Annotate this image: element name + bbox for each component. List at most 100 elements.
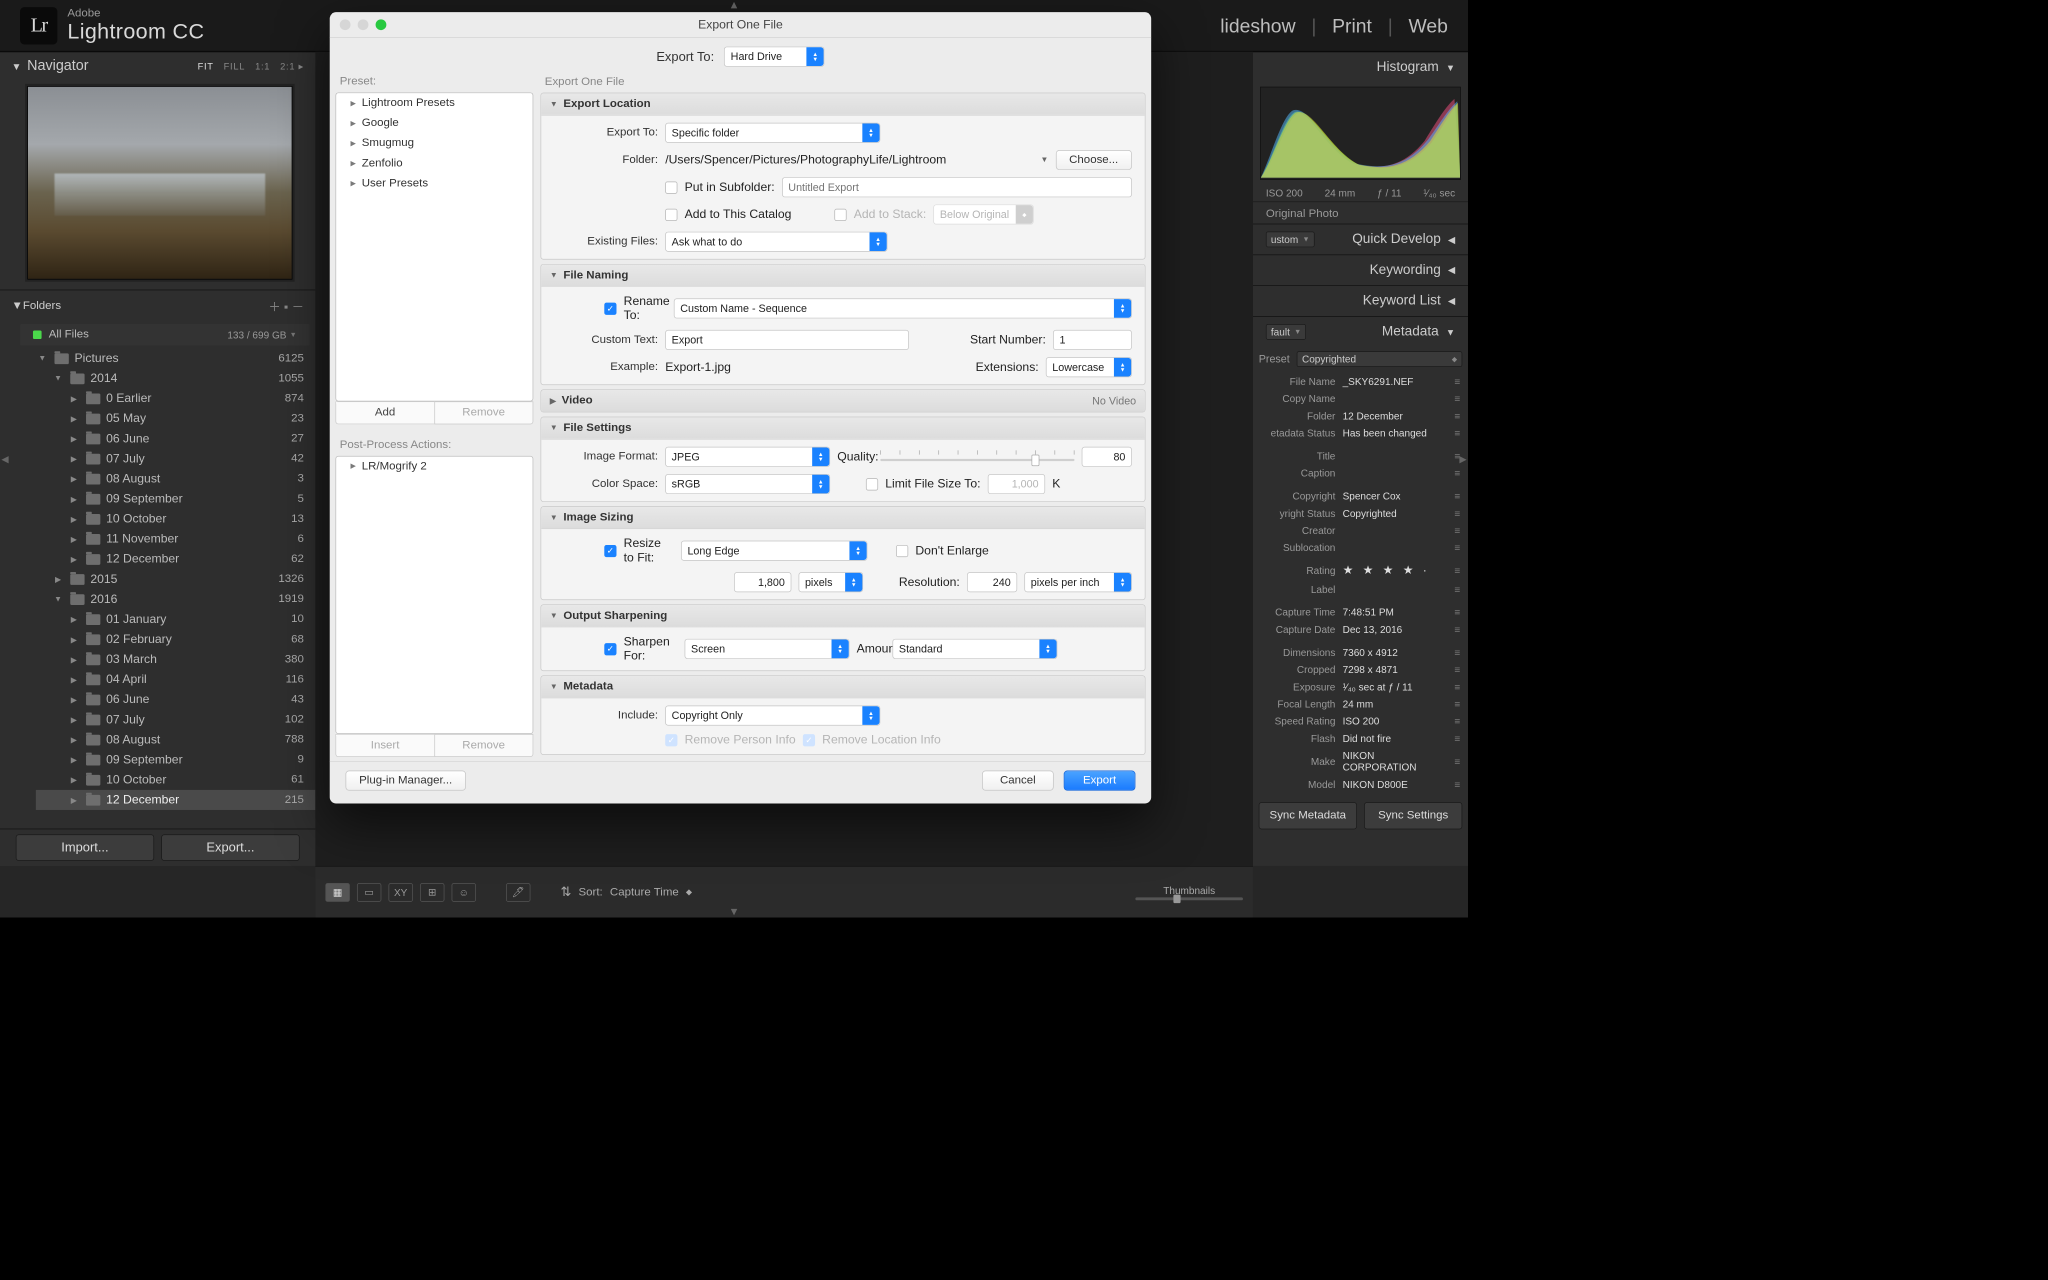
folder-row[interactable]: ▶0 Earlier874 bbox=[36, 389, 316, 409]
custom-text-input[interactable] bbox=[665, 330, 909, 350]
traffic-close-icon[interactable] bbox=[340, 19, 351, 30]
nav-1to1[interactable]: 1:1 bbox=[255, 61, 270, 72]
export-to-select[interactable]: Hard Drive▲▼ bbox=[724, 47, 824, 67]
chevron-left-icon[interactable]: ◀ bbox=[1448, 295, 1455, 306]
pp-insert-button[interactable]: Insert bbox=[335, 734, 434, 757]
thumbnail-size-slider[interactable] bbox=[1135, 897, 1243, 900]
section-sharpen-header[interactable]: ▼Output Sharpening bbox=[541, 605, 1145, 627]
folder-row[interactable]: ▶09 September9 bbox=[36, 750, 316, 770]
sharpen-for-select[interactable]: Screen▲▼ bbox=[685, 639, 850, 659]
sort-value[interactable]: Capture Time bbox=[610, 886, 679, 899]
folder-row[interactable]: ▶07 July42 bbox=[36, 449, 316, 469]
list-item[interactable]: Zenfolio bbox=[336, 153, 532, 173]
sync-metadata-button[interactable]: Sync Metadata bbox=[1259, 802, 1357, 829]
folder-row[interactable]: ▶10 October61 bbox=[36, 770, 316, 790]
collapse-right-icon[interactable]: ▸ bbox=[1459, 450, 1466, 468]
chevron-down-icon[interactable]: ▼ bbox=[1446, 62, 1455, 73]
section-settings-header[interactable]: ▼File Settings bbox=[541, 417, 1145, 439]
list-item[interactable]: User Presets bbox=[336, 173, 532, 193]
folder-row[interactable]: ▼Pictures6125 bbox=[36, 348, 316, 368]
rename-to-checkbox[interactable]: ✓ bbox=[604, 302, 616, 314]
chevron-down-icon[interactable]: ▼ bbox=[1446, 327, 1455, 338]
people-view-icon[interactable]: ☺ bbox=[452, 883, 476, 902]
folder-row[interactable]: ▼20141055 bbox=[36, 368, 316, 388]
extensions-select[interactable]: Lowercase▲▼ bbox=[1046, 357, 1132, 377]
folder-row[interactable]: ▶04 April116 bbox=[36, 669, 316, 689]
add-to-catalog-checkbox[interactable] bbox=[665, 208, 677, 220]
dimension-unit-select[interactable]: pixels▲▼ bbox=[798, 572, 863, 592]
preset-select[interactable]: Copyrighted◆ bbox=[1297, 351, 1462, 367]
folder-row[interactable]: ▶09 September5 bbox=[36, 489, 316, 509]
section-metadata-header[interactable]: ▼Metadata bbox=[541, 676, 1145, 698]
limit-size-checkbox[interactable] bbox=[866, 478, 878, 490]
image-format-select[interactable]: JPEG▲▼ bbox=[665, 447, 830, 467]
folder-row[interactable]: ▶08 August788 bbox=[36, 730, 316, 750]
loupe-view-icon[interactable]: ▭ bbox=[357, 883, 381, 902]
sharpen-amount-select[interactable]: Standard▲▼ bbox=[892, 639, 1057, 659]
survey-view-icon[interactable]: ⊞ bbox=[420, 883, 444, 902]
folder-row[interactable]: ▶06 June43 bbox=[36, 690, 316, 710]
start-number-input[interactable] bbox=[1053, 330, 1132, 350]
rename-template-select[interactable]: Custom Name - Sequence▲▼ bbox=[674, 298, 1132, 318]
folder-row[interactable]: ▶05 May23 bbox=[36, 409, 316, 429]
chevron-left-icon[interactable]: ◀ bbox=[1448, 264, 1455, 275]
preset-add-button[interactable]: Add bbox=[335, 401, 434, 424]
color-space-select[interactable]: sRGB▲▼ bbox=[665, 474, 830, 494]
module-print[interactable]: Print bbox=[1332, 15, 1372, 37]
chevron-down-icon[interactable]: ▼ bbox=[11, 61, 21, 72]
traffic-zoom-icon[interactable] bbox=[376, 19, 387, 30]
import-button[interactable]: Import... bbox=[16, 834, 154, 861]
folder-row[interactable]: ▶08 August3 bbox=[36, 469, 316, 489]
dont-enlarge-checkbox[interactable] bbox=[896, 544, 908, 556]
module-web[interactable]: Web bbox=[1408, 15, 1447, 37]
rating-stars[interactable]: ★ ★ ★ ★ · bbox=[1343, 563, 1450, 577]
dimension-input[interactable] bbox=[734, 572, 791, 592]
cancel-button[interactable]: Cancel bbox=[982, 771, 1054, 791]
limit-size-input[interactable] bbox=[988, 474, 1045, 494]
collapse-bottom-icon[interactable]: ▾ bbox=[731, 904, 737, 919]
grid-view-icon[interactable]: ▦ bbox=[325, 883, 349, 902]
folder-row[interactable]: ▶11 November6 bbox=[36, 529, 316, 549]
list-item[interactable]: Lightroom Presets bbox=[336, 93, 532, 113]
folder-row[interactable]: ▶12 December215 bbox=[36, 790, 316, 810]
folder-row[interactable]: ▶01 January10 bbox=[36, 609, 316, 629]
section-location-header[interactable]: ▼Export Location bbox=[541, 93, 1145, 115]
folder-row[interactable]: ▼20161919 bbox=[36, 589, 316, 609]
list-item[interactable]: Smugmug bbox=[336, 133, 532, 153]
quality-input[interactable] bbox=[1082, 447, 1132, 467]
plugin-manager-button[interactable]: Plug-in Manager... bbox=[345, 771, 465, 791]
pp-remove-button[interactable]: Remove bbox=[434, 734, 533, 757]
nav-2to1[interactable]: 2:1 bbox=[280, 61, 295, 72]
collapse-top-icon[interactable]: ▴ bbox=[731, 0, 737, 12]
resize-to-fit-checkbox[interactable]: ✓ bbox=[604, 544, 616, 556]
preset-remove-button[interactable]: Remove bbox=[434, 401, 533, 424]
pp-list[interactable]: LR/Mogrify 2 bbox=[335, 456, 533, 734]
chevron-down-icon[interactable]: ▼ bbox=[11, 299, 22, 312]
folder-row[interactable]: ▶07 July102 bbox=[36, 710, 316, 730]
chevron-left-icon[interactable]: ◀ bbox=[1448, 234, 1455, 245]
custom-select[interactable]: ustom▼ bbox=[1266, 232, 1315, 248]
nav-fill[interactable]: FILL bbox=[224, 61, 246, 72]
subfolder-name-input[interactable] bbox=[782, 177, 1132, 197]
folder-row[interactable]: ▶10 October13 bbox=[36, 509, 316, 529]
section-sizing-header[interactable]: ▼Image Sizing bbox=[541, 507, 1145, 529]
section-video-header[interactable]: ▶VideoNo Video bbox=[541, 390, 1145, 412]
quality-slider[interactable] bbox=[880, 450, 1074, 463]
folder-row[interactable]: ▶03 March380 bbox=[36, 649, 316, 669]
preset-list[interactable]: Lightroom PresetsGoogleSmugmugZenfolioUs… bbox=[335, 92, 533, 401]
sync-settings-button[interactable]: Sync Settings bbox=[1364, 802, 1462, 829]
folder-row[interactable]: ▶20151326 bbox=[36, 569, 316, 589]
put-in-subfolder-checkbox[interactable] bbox=[665, 181, 677, 193]
module-slideshow[interactable]: lideshow bbox=[1220, 15, 1295, 37]
folder-row[interactable]: ▶02 February68 bbox=[36, 629, 316, 649]
existing-files-select[interactable]: Ask what to do▲▼ bbox=[665, 232, 887, 252]
drive-bar[interactable]: All Files 133 / 699 GB ▼ bbox=[20, 324, 310, 346]
folder-row[interactable]: ▶06 June27 bbox=[36, 429, 316, 449]
export-button[interactable]: Export... bbox=[161, 834, 299, 861]
section-naming-header[interactable]: ▼File Naming bbox=[541, 264, 1145, 286]
spray-tool-icon[interactable]: 🖊 bbox=[506, 883, 530, 902]
list-item[interactable]: LR/Mogrify 2 bbox=[336, 457, 532, 477]
collapse-left-icon[interactable]: ◂ bbox=[1, 450, 8, 468]
export-confirm-button[interactable]: Export bbox=[1064, 771, 1136, 791]
compare-view-icon[interactable]: XY bbox=[389, 883, 413, 902]
